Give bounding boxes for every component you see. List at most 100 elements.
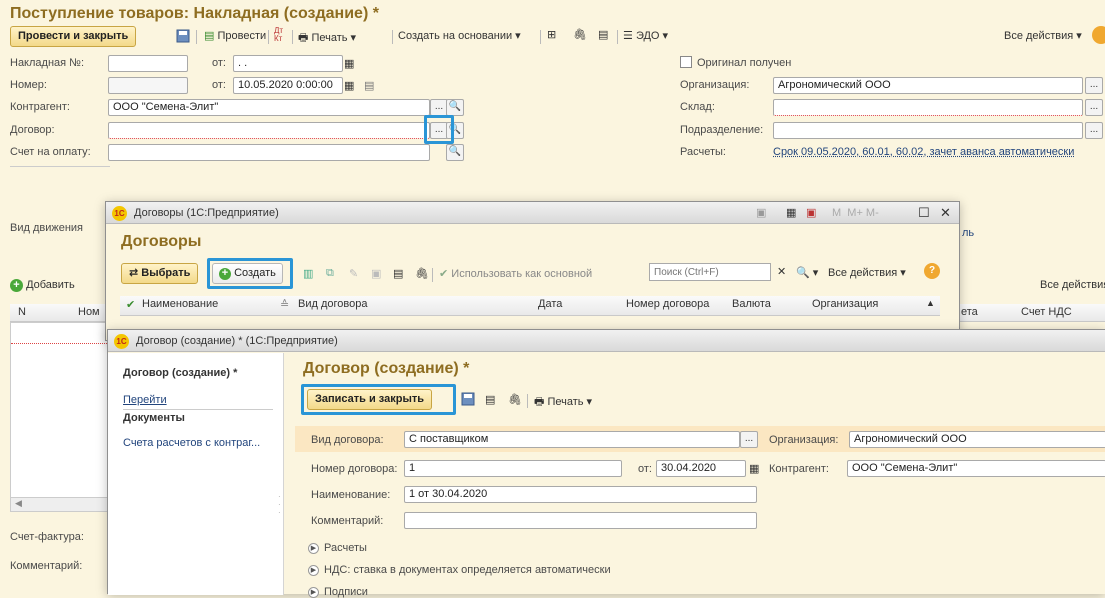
table-all-actions-button[interactable]: Все действия xyxy=(1040,279,1105,291)
change-link[interactable]: ль xyxy=(962,227,974,239)
report-icon[interactable]: ▤ xyxy=(598,28,608,41)
column-account[interactable]: ета xyxy=(961,306,978,318)
edit-icon[interactable]: ✎ xyxy=(349,267,358,280)
search-input[interactable] xyxy=(649,263,771,281)
print-button[interactable]: 🖶 Печать ▾ xyxy=(298,29,356,48)
window-tools-icon[interactable]: ▣ xyxy=(756,202,766,224)
calculator-icon[interactable]: ▦ xyxy=(786,202,796,224)
report-icon[interactable]: ▤ xyxy=(485,393,495,406)
settlements-section-toggle[interactable]: Расчеты xyxy=(324,542,367,554)
select-button[interactable]: ⇄ Выбрать xyxy=(121,263,199,284)
horizontal-scrollbar[interactable]: ◀ xyxy=(11,497,109,511)
resize-handle[interactable]: · · · xyxy=(278,493,281,517)
column-organization[interactable]: Организация xyxy=(812,298,878,310)
bill-field[interactable] xyxy=(108,144,430,161)
column-date[interactable]: Дата xyxy=(538,298,562,310)
vat-section-toggle[interactable]: НДС: ставка в документах определяется ав… xyxy=(324,564,611,576)
expand-icon[interactable]: ▶ xyxy=(308,543,319,554)
print-button[interactable]: 🖶 Печать ▾ xyxy=(534,393,592,412)
copy-icon[interactable]: ⧉ xyxy=(326,267,334,280)
contract-window-titlebar[interactable]: 1С Договор (создание) * (1С:Предприятие) xyxy=(108,330,1105,352)
toolbar-separator xyxy=(268,30,269,44)
column-contract-number[interactable]: Номер договора xyxy=(626,298,709,310)
column-name[interactable]: Наименование xyxy=(142,298,218,310)
column-vat-account[interactable]: Счет НДС xyxy=(1021,306,1072,318)
delete-icon[interactable]: ▣ xyxy=(371,267,381,280)
add-row-button[interactable]: + Добавить xyxy=(10,279,75,292)
division-field[interactable] xyxy=(773,122,1083,139)
column-currency[interactable]: Валюта xyxy=(732,298,771,310)
save-icon[interactable] xyxy=(461,392,475,409)
calendar-icon[interactable]: ▣ xyxy=(806,202,816,224)
calendar-icon[interactable]: ▦ xyxy=(344,57,354,70)
edo-button[interactable]: ☰ ЭДО ▾ xyxy=(623,29,668,42)
create-based-on-button[interactable]: Создать на основании ▾ xyxy=(398,29,521,42)
invoice-date-field[interactable]: . . xyxy=(233,55,343,72)
contract-field[interactable] xyxy=(108,122,430,139)
add-folder-icon[interactable]: ▥ xyxy=(303,267,313,280)
memory-buttons[interactable]: M M+ M- xyxy=(832,202,879,224)
organization-choose-button[interactable]: ... xyxy=(1085,77,1103,94)
contract-type-choose-button[interactable]: ... xyxy=(740,431,758,448)
help-icon[interactable] xyxy=(1092,26,1105,44)
number-date-field[interactable]: 10.05.2020 0:00:00 xyxy=(233,77,343,94)
expand-icon[interactable]: ▶ xyxy=(308,565,319,576)
search-icon[interactable]: 🔍 ▾ xyxy=(796,266,818,279)
nav-current-item[interactable]: Договор (создание) * xyxy=(123,367,237,379)
close-icon[interactable]: ✕ xyxy=(940,202,951,224)
clear-search-icon[interactable]: ✕ xyxy=(777,265,786,278)
dtkt-button[interactable]: Дт Кт xyxy=(274,27,283,43)
save-icon[interactable] xyxy=(176,29,190,46)
save-and-close-button[interactable]: Записать и закрыть xyxy=(307,389,433,410)
contract-counterparty-field[interactable]: ООО "Семена-Элит" xyxy=(847,460,1105,477)
number-field[interactable] xyxy=(108,77,188,94)
warehouse-choose-button[interactable]: ... xyxy=(1085,99,1103,116)
contract-org-field[interactable]: Агрономический ООО xyxy=(849,431,1105,448)
help-icon[interactable]: ? xyxy=(924,263,940,279)
calendar-icon[interactable]: ▦ xyxy=(344,79,354,92)
contracts-table-header: ✔ Наименование ≙ Вид договора Дата Номер… xyxy=(120,296,940,316)
report-icon[interactable]: ▤ xyxy=(393,267,403,280)
contract-date-field[interactable]: 30.04.2020 xyxy=(656,460,746,477)
counterparty-field[interactable]: ООО "Семена-Элит" xyxy=(108,99,430,116)
contracts-all-actions-button[interactable]: Все действия ▾ xyxy=(828,266,906,279)
structure-icon[interactable]: ⊞ xyxy=(547,28,556,41)
warehouse-field[interactable] xyxy=(773,99,1083,116)
list-icon[interactable]: ▤ xyxy=(364,79,374,92)
post-button[interactable]: ▤ Провести xyxy=(204,29,266,42)
create-button[interactable]: + Создать xyxy=(212,263,283,284)
contracts-window-titlebar[interactable]: 1С Договоры (1С:Предприятие) ▣ ▦ ▣ M M+ … xyxy=(106,202,959,224)
search-icon[interactable]: 🔍 xyxy=(446,144,464,161)
use-as-main-button[interactable]: ✔ Использовать как основной xyxy=(439,267,592,280)
contract-comment-field[interactable] xyxy=(404,512,757,529)
column-n[interactable]: N xyxy=(18,306,26,318)
paperclip-icon[interactable]: 🖇 xyxy=(415,267,429,280)
paperclip-icon[interactable]: 🖇 xyxy=(573,28,587,41)
search-icon[interactable]: 🔍 xyxy=(446,99,464,116)
column-contract-type[interactable]: Вид договора xyxy=(298,298,367,310)
table-row[interactable] xyxy=(11,343,109,344)
column-nomenclature[interactable]: Ном xyxy=(78,306,100,318)
nav-documents[interactable]: Документы xyxy=(123,412,185,424)
search-icon[interactable]: 🔍 xyxy=(446,122,464,139)
post-and-close-button[interactable]: Провести и закрыть xyxy=(10,26,137,47)
table-body[interactable]: ◀ xyxy=(10,322,110,512)
signatures-section-toggle[interactable]: Подписи xyxy=(324,586,368,598)
paperclip-icon[interactable]: 🖇 xyxy=(508,393,522,406)
invoice-number-field[interactable] xyxy=(108,55,188,72)
contract-type-field[interactable]: С поставщиком xyxy=(404,431,740,448)
scroll-left-icon[interactable]: ◀ xyxy=(15,498,22,509)
all-actions-button[interactable]: Все действия ▾ xyxy=(1004,29,1082,42)
division-choose-button[interactable]: ... xyxy=(1085,122,1103,139)
contract-number-field[interactable]: 1 xyxy=(404,460,622,477)
expand-icon[interactable]: ▶ xyxy=(308,587,319,598)
settlements-link[interactable]: Срок 09.05.2020, 60.01, 60.02, зачет ава… xyxy=(773,146,1074,158)
organization-field[interactable]: Агрономический ООО xyxy=(773,77,1083,94)
nav-accounts[interactable]: Счета расчетов с контраг... xyxy=(123,437,260,449)
scroll-up-icon[interactable]: ▲ xyxy=(926,298,935,308)
original-received-checkbox[interactable] xyxy=(680,56,692,68)
calendar-icon[interactable]: ▦ xyxy=(749,462,759,475)
contract-name-field[interactable]: 1 от 30.04.2020 xyxy=(404,486,757,503)
maximize-icon[interactable]: ☐ xyxy=(918,202,930,224)
contract-comment-label: Комментарий: xyxy=(311,515,384,527)
